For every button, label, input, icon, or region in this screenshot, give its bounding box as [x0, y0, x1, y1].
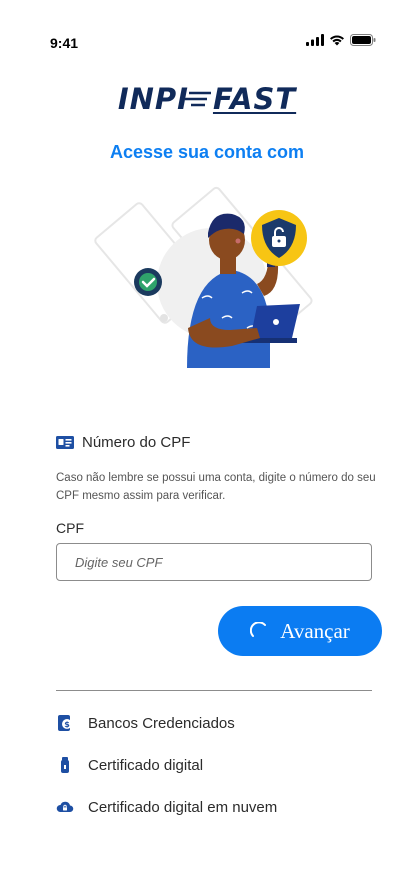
signal-icon [306, 34, 324, 46]
usb-token-icon [56, 756, 74, 774]
logo-fast-wrap: FAST [184, 82, 297, 116]
speed-lines-icon [184, 91, 211, 107]
wifi-icon [330, 35, 344, 46]
next-button-label: Avançar [280, 618, 350, 643]
option-certificado-digital[interactable]: Certificado digital [56, 756, 203, 774]
page-title: Acesse sua conta com [109, 142, 305, 162]
app-logo: INPI FAST [0, 82, 414, 116]
bank-icon: $ [56, 714, 74, 732]
status-icons [306, 34, 376, 46]
cpf-field-label: CPF [56, 520, 84, 536]
next-button[interactable]: Avançar [218, 606, 382, 656]
divider [56, 690, 372, 691]
option-label: Certificado digital em nuvem [88, 798, 278, 816]
cpf-input[interactable] [56, 543, 372, 581]
status-time: 9:41 [50, 35, 79, 51]
check-badge-icon [134, 268, 162, 296]
option-certificado-digital-nuvem[interactable]: Certificado digital em nuvem [56, 798, 277, 816]
login-illustration [94, 186, 313, 368]
option-bancos-credenciados[interactable]: $ Bancos Credenciados [56, 714, 235, 732]
option-label: Bancos Credenciados [88, 714, 235, 732]
loading-spinner-icon [250, 622, 267, 637]
cpf-section-title: Número do CPF [56, 434, 190, 451]
option-label: Certificado digital [88, 756, 204, 774]
battery-icon [350, 34, 376, 46]
cpf-section-label: Número do CPF [82, 434, 191, 451]
lock-shield-icon [251, 210, 307, 266]
status-bar: 9:41 [0, 0, 414, 60]
logo-inpi: INPI [117, 82, 189, 116]
svg-text:$: $ [64, 720, 70, 729]
cpf-helper-text: Caso não lembre se possui uma conta, dig… [56, 472, 376, 502]
logo-fast: FAST [212, 82, 297, 116]
cloud-lock-icon [56, 798, 74, 816]
id-card-icon [56, 436, 74, 449]
